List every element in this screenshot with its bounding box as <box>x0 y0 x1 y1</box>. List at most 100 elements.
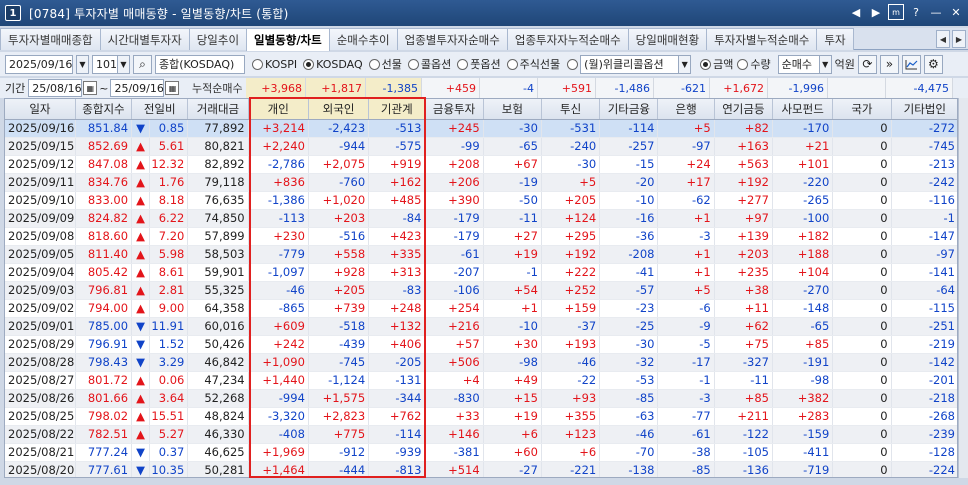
tab-8[interactable]: 투자자별누적순매수 <box>706 28 818 50</box>
unit-label: 억원 <box>834 58 855 71</box>
option-radio[interactable] <box>567 58 579 70</box>
table-row[interactable]: 2025/08/28 798.43 ▼ 3.29 46,842 +1,090 -745 -20… <box>5 353 957 372</box>
tab-scroll-left-icon[interactable]: ◀ <box>936 30 950 48</box>
cell-net-buy: -240 <box>541 137 601 156</box>
column-header-15[interactable]: 기타법인 <box>891 99 957 120</box>
cell-net-buy: +2,823 <box>308 407 370 426</box>
tab-5[interactable]: 업종별투자자순매수 <box>396 28 508 50</box>
settings-gear-icon[interactable]: ⚙ <box>923 54 943 74</box>
tab-7[interactable]: 당일매매현황 <box>627 28 708 50</box>
start-calendar-icon[interactable]: ▦ <box>83 81 98 95</box>
column-header-10[interactable]: 기타금융 <box>599 99 659 120</box>
tab-4[interactable]: 순매수추이 <box>328 28 398 50</box>
market-radio-2[interactable]: 선물 <box>368 56 402 72</box>
table-row[interactable]: 2025/08/22 782.51 ▲ 5.27 46,330 -408 +775 -114 +… <box>5 425 957 444</box>
table-row[interactable]: 2025/08/26 801.66 ▲ 3.64 52,268 -994 +1,575 -34… <box>5 389 957 408</box>
table-row[interactable]: 2025/09/12 847.08 ▲ 12.32 82,892 -2,786 +2,075… <box>5 155 957 174</box>
cell-net-buy: +19 <box>483 407 542 426</box>
table-row[interactable]: 2025/08/25 798.02 ▲ 15.51 48,824 -3,320 +2,823… <box>5 407 957 426</box>
column-header-1[interactable]: 종합지수 <box>75 99 133 120</box>
table-row[interactable]: 2025/09/04 805.42 ▲ 8.61 59,901 -1,097 +928 +31… <box>5 263 957 282</box>
cell-net-buy: -813 <box>368 461 426 477</box>
cell-net-buy: -213 <box>891 155 957 174</box>
table-row[interactable]: 2025/08/27 801.72 ▲ 0.06 47,234 +1,440 -1,124-… <box>5 371 957 390</box>
mode-dropdown-icon[interactable]: ▼ <box>818 54 832 74</box>
next-page-icon[interactable]: » <box>879 54 899 74</box>
column-header-2[interactable]: 전일비 <box>131 99 189 120</box>
cell-net-buy: -779 <box>248 245 309 264</box>
column-header-3[interactable]: 거래대금 <box>187 99 249 120</box>
daily-trend-table[interactable]: 일자 종합지수 전일비 거래대금 개인 외국인 기관계 금융투자 보험 투신 기타금융 은행 연기금등 사… <box>4 98 958 478</box>
market-radio-5[interactable]: 주식선물 <box>506 56 560 72</box>
table-row[interactable]: 2025/09/05 811.40 ▲ 5.98 58,503 -779 +558 +335-… <box>5 245 957 264</box>
cell-net-buy: -10 <box>599 191 659 210</box>
table-row[interactable]: 2025/09/09 824.82 ▲ 6.22 74,850 -113 +203 -84 -1… <box>5 209 957 228</box>
table-row[interactable]: 2025/09/11 834.76 ▲ 1.76 79,118 +836 -760 +162 +… <box>5 173 957 192</box>
help-button[interactable]: ? <box>908 4 924 20</box>
option-dropdown-icon[interactable]: ▼ <box>678 54 692 74</box>
market-radio-0[interactable]: KOSPI <box>252 56 297 72</box>
amount-radio-0[interactable]: 금액 <box>700 56 733 72</box>
date-field[interactable]: 2025/09/16 <box>5 54 73 74</box>
cell-net-buy: -170 <box>772 119 834 138</box>
cell-net-buy: -16 <box>599 209 659 228</box>
tab-9[interactable]: 투자 <box>816 28 854 50</box>
end-date-field[interactable]: 25/09/16 <box>110 79 165 97</box>
refresh-icon[interactable]: ⟳ <box>857 54 877 74</box>
table-row[interactable]: 2025/08/29 796.91 ▼ 1.52 50,426 +242 -439 +406 +… <box>5 335 957 354</box>
memo-button[interactable]: m <box>888 4 904 20</box>
minimize-button[interactable]: — <box>928 4 944 20</box>
prev-window-button[interactable]: ◀ <box>848 4 864 20</box>
market-radio-4[interactable]: 풋옵션 <box>457 56 501 72</box>
cell-index: 818.60 <box>75 227 133 246</box>
close-button[interactable]: ✕ <box>948 4 964 20</box>
table-row[interactable]: 2025/09/08 818.60 ▲ 7.20 57,899 +230 -516 +423-… <box>5 227 957 246</box>
table-row[interactable]: 2025/09/02 794.00 ▲ 9.00 64,358 -865 +739 +248 +… <box>5 299 957 318</box>
vertical-scrollbar[interactable] <box>958 98 968 478</box>
tab-2[interactable]: 당일추이 <box>188 28 248 50</box>
table-row[interactable]: 2025/09/16 851.84 ▼ 0.85 77,892 +3,214 -2,423-… <box>5 119 957 138</box>
market-radio-3[interactable]: 콜옵션 <box>407 56 451 72</box>
cell-net-buy: -83 <box>368 281 426 300</box>
code-field[interactable]: 101 <box>92 54 118 74</box>
table-row[interactable]: 2025/09/10 833.00 ▲ 8.18 76,635 -1,386 +1,020 +… <box>5 191 957 210</box>
cell-net-buy: -1 <box>483 263 542 282</box>
cell-index: 847.08 <box>75 155 133 174</box>
cell-net-buy: -327 <box>714 353 774 372</box>
column-header-11[interactable]: 은행 <box>657 99 715 120</box>
column-header-9[interactable]: 투신 <box>541 99 601 120</box>
next-window-button[interactable]: ▶ <box>868 4 884 20</box>
column-header-4[interactable]: 개인 <box>248 99 309 120</box>
column-header-13[interactable]: 사모펀드 <box>772 99 834 120</box>
date-dropdown-icon[interactable]: ▼ <box>76 54 89 74</box>
column-header-5[interactable]: 외국인 <box>308 99 370 120</box>
column-header-0[interactable]: 일자 <box>5 99 76 120</box>
column-header-7[interactable]: 금융투자 <box>424 99 484 120</box>
column-header-14[interactable]: 국가 <box>832 99 892 120</box>
table-row[interactable]: 2025/09/01 785.00 ▼ 11.91 60,016 +609 -518 +132… <box>5 317 957 336</box>
cell-net-buy: -22 <box>541 371 601 390</box>
tab-6[interactable]: 업종투자자누적순매수 <box>506 28 629 50</box>
tab-1[interactable]: 시간대별투자자 <box>99 28 190 50</box>
column-header-6[interactable]: 기관계 <box>368 99 426 120</box>
cell-net-buy: +3,214 <box>248 119 309 138</box>
end-calendar-icon[interactable]: ▦ <box>165 81 180 95</box>
column-header-8[interactable]: 보험 <box>483 99 542 120</box>
start-date-field[interactable]: 25/08/16 <box>28 79 83 97</box>
mode-select[interactable]: 순매수 <box>777 54 820 74</box>
column-header-12[interactable]: 연기금등 <box>714 99 774 120</box>
tab-scroll-right-icon[interactable]: ▶ <box>952 30 966 48</box>
table-row[interactable]: 2025/08/20 777.61 ▼ 10.35 50,281 +1,464 -444 -8… <box>5 461 957 477</box>
table-row[interactable]: 2025/09/03 796.81 ▲ 2.81 55,325 -46 +205 -83 -10… <box>5 281 957 300</box>
tab-bar: 투자자별매매종합 시간대별투자자 당일추이 일별동향/차트 순매수추이 업종별투자자순매수… <box>0 28 968 51</box>
table-row[interactable]: 2025/08/21 777.24 ▼ 0.37 46,625 +1,969 -912 -93… <box>5 443 957 462</box>
search-icon[interactable]: ⌕ <box>133 54 152 74</box>
table-row[interactable]: 2025/09/15 852.69 ▲ 5.61 80,821 +2,240 -944 -57… <box>5 137 957 156</box>
chart-icon[interactable] <box>901 54 921 74</box>
tab-3[interactable]: 일별동향/차트 <box>246 28 330 51</box>
option-select[interactable]: (월)위클리콜옵션 <box>580 54 683 74</box>
tab-0[interactable]: 투자자별매매종합 <box>0 28 101 50</box>
amount-radio-1[interactable]: 수량 <box>737 56 771 72</box>
code-dropdown-icon[interactable]: ▼ <box>117 54 130 74</box>
market-radio-1[interactable]: KOSDAQ <box>303 56 363 72</box>
